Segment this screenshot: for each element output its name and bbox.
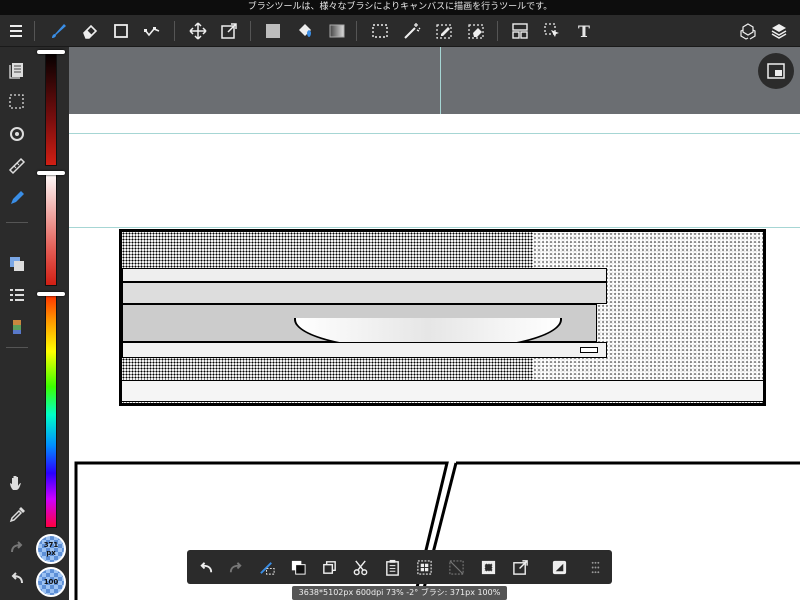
- layer-list-icon[interactable]: [5, 283, 29, 307]
- select-pen-icon[interactable]: [430, 15, 458, 47]
- console-base: [122, 342, 607, 358]
- brush-opacity-indicator[interactable]: 100: [36, 567, 66, 597]
- copy-layer-icon[interactable]: [317, 555, 341, 579]
- pages-icon[interactable]: [5, 58, 29, 82]
- material-icon[interactable]: [5, 315, 29, 339]
- eyedropper-icon[interactable]: [5, 503, 29, 527]
- hue-knob[interactable]: [37, 292, 65, 296]
- eraser-icon[interactable]: [76, 15, 104, 47]
- brush-opacity-value: 100: [43, 578, 59, 586]
- brush-size-unit: px: [46, 549, 56, 557]
- select-all-icon[interactable]: [412, 555, 436, 579]
- ruler-icon[interactable]: [5, 154, 29, 178]
- deselect-icon[interactable]: [444, 555, 468, 579]
- more-icon[interactable]: [583, 555, 607, 579]
- select-eraser-icon[interactable]: [462, 15, 490, 47]
- comic-panel-illustration: [119, 229, 766, 406]
- saturation-slider[interactable]: [45, 171, 57, 286]
- tip-bar: ブラシツールは、様々なブラシによりキャンバスに描画を行うツールです。: [0, 0, 800, 15]
- fill-color-icon[interactable]: [259, 15, 287, 47]
- hand-icon[interactable]: [5, 471, 29, 495]
- move-icon[interactable]: [184, 15, 212, 47]
- guide-line: [69, 133, 800, 134]
- fill-layer-icon[interactable]: [286, 555, 310, 579]
- select-rect-icon[interactable]: [366, 15, 394, 47]
- gradient-icon[interactable]: [323, 15, 351, 47]
- main-toolbar: T: [0, 15, 800, 47]
- magic-wand-icon[interactable]: [398, 15, 426, 47]
- redo-icon[interactable]: [5, 535, 29, 559]
- select-move-icon[interactable]: [538, 15, 566, 47]
- brush-size-value: 371: [43, 541, 59, 549]
- undo-icon[interactable]: [5, 566, 29, 590]
- layers-icon[interactable]: [765, 15, 793, 47]
- brightness-slider[interactable]: [45, 50, 57, 166]
- console-front: [122, 282, 607, 304]
- transform-icon[interactable]: [508, 555, 532, 579]
- pen-icon[interactable]: [5, 186, 29, 210]
- snap-icon[interactable]: [5, 122, 29, 146]
- canvas-area[interactable]: [69, 47, 800, 600]
- panel-layout-icon[interactable]: [506, 15, 534, 47]
- shape-icon[interactable]: [107, 15, 135, 47]
- hue-slider[interactable]: [45, 292, 57, 528]
- status-bar: 3638*5102px 600dpi 73% -2° ブラシ: 371px 10…: [292, 586, 507, 600]
- bucket-icon[interactable]: [291, 15, 319, 47]
- guide-line: [69, 227, 800, 228]
- brush-icon[interactable]: [44, 15, 72, 47]
- saturation-knob[interactable]: [37, 171, 65, 175]
- menu-icon[interactable]: [2, 15, 30, 47]
- selection-icon[interactable]: [5, 90, 29, 114]
- navigator-icon: [767, 63, 785, 79]
- color-sliders: 371 px 100: [34, 47, 69, 600]
- center-guide: [440, 47, 441, 114]
- left-toolbar: [0, 47, 34, 600]
- navigator-button[interactable]: [758, 53, 794, 89]
- paste-icon[interactable]: [380, 555, 404, 579]
- floating-toolbar: [187, 550, 612, 584]
- transform-icon[interactable]: [215, 15, 243, 47]
- redo-icon[interactable]: [224, 555, 248, 579]
- brush-size-indicator[interactable]: 371 px: [36, 534, 66, 564]
- invert-select-icon[interactable]: [476, 555, 500, 579]
- console-button: [580, 347, 598, 353]
- undo-icon[interactable]: [193, 555, 217, 579]
- color-layer-icon[interactable]: [5, 252, 29, 276]
- cut-icon[interactable]: [348, 555, 372, 579]
- transform-lasso-icon[interactable]: [255, 555, 279, 579]
- vector-icon[interactable]: [138, 15, 166, 47]
- canvas-outside-area: [69, 47, 800, 114]
- convert-icon[interactable]: [547, 555, 571, 579]
- brightness-knob[interactable]: [37, 50, 65, 54]
- 3d-icon[interactable]: [734, 15, 762, 47]
- text-icon[interactable]: T: [570, 15, 598, 47]
- console-top: [122, 268, 607, 282]
- table-surface: [122, 380, 763, 402]
